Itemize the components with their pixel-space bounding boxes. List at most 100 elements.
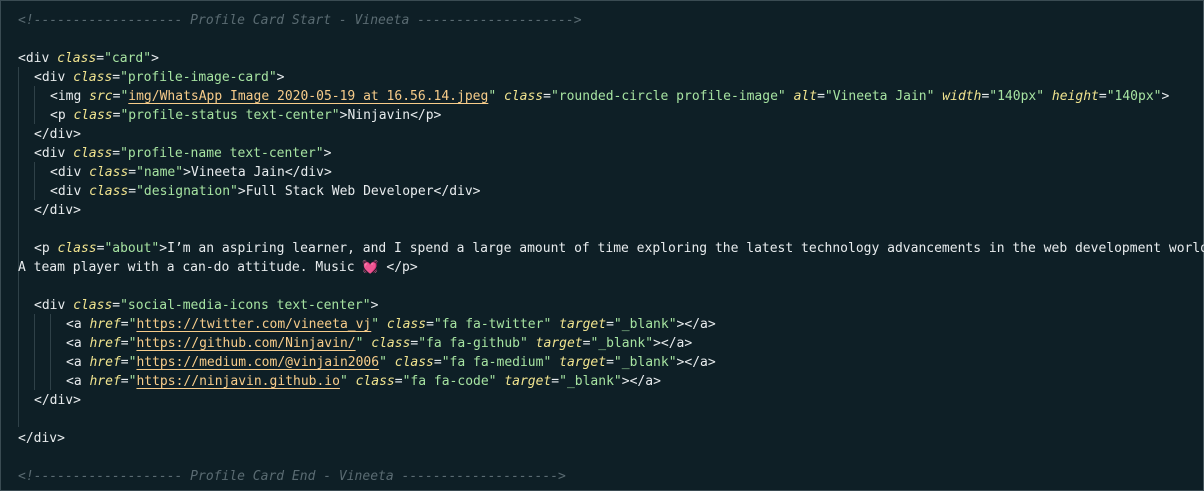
token-sp [786, 89, 794, 104]
code-line[interactable]: <a href="https://github.com/Ninjavin/" c… [66, 334, 692, 353]
token-url[interactable]: https://twitter.com/vineeta_vj [136, 317, 371, 332]
token-tag: div [41, 298, 66, 313]
token-br: ></ [676, 355, 701, 370]
html-comment: <!------------------- Profile Card Start… [18, 13, 582, 28]
indent-guide [50, 314, 51, 390]
token-tag: div [300, 165, 324, 180]
token-url[interactable]: https://github.com/Ninjavin/ [136, 336, 355, 351]
token-tag: a [73, 355, 82, 370]
code-line[interactable]: <a href="https://twitter.com/vineeta_vj"… [66, 315, 716, 334]
code-line[interactable]: </div> [18, 429, 65, 448]
code-line[interactable]: <div class="name">Vineeta Jain</div> [50, 163, 332, 182]
code-line[interactable]: A team player with a can-do attitude. Mu… [18, 258, 418, 277]
token-eq: = [606, 317, 614, 332]
token-str: "Vineeta Jain" [824, 89, 935, 104]
token-url[interactable]: https://ninjavin.github.io [136, 374, 340, 389]
token-attr: class [386, 317, 427, 332]
token-attr: height [1051, 89, 1099, 104]
indent-guide [34, 86, 35, 124]
token-br: > [472, 184, 481, 199]
token-br: < [50, 89, 58, 104]
token-br: > [323, 146, 332, 161]
code-editor[interactable]: <!------------------- Profile Card Start… [0, 0, 1204, 491]
token-br: </ [18, 431, 34, 446]
token-attr: target [504, 374, 552, 389]
code-line[interactable]: <p class="about">I’m an aspiring learner… [34, 239, 1204, 258]
token-br: > [151, 51, 159, 66]
token-tag: a [73, 374, 82, 389]
token-eq: = [128, 165, 137, 180]
token-str: "_blank" [613, 355, 677, 370]
token-sp [81, 89, 89, 104]
code-line[interactable]: <div class="profile-image-card"> [34, 68, 284, 87]
token-br: < [34, 298, 42, 313]
token-br: < [66, 374, 74, 389]
token-eq: = [394, 374, 403, 389]
token-sp [49, 51, 57, 66]
code-line[interactable]: <!------------------- Profile Card End -… [18, 467, 566, 486]
token-br: < [18, 51, 26, 66]
token-eq: = [1098, 89, 1107, 104]
token-br: > [409, 260, 418, 275]
token-attr: class [394, 355, 434, 370]
token-attr: class [73, 108, 113, 123]
code-line[interactable]: <div class="profile-name text-center"> [34, 144, 331, 163]
token-br: </ [433, 184, 450, 199]
token-br: < [66, 317, 74, 332]
token-str: "profile-status text-center" [120, 108, 340, 123]
token-attr: class [89, 184, 129, 199]
token-str: " [379, 355, 387, 370]
token-str: "rounded-circle profile-image" [550, 89, 786, 104]
token-str: "name" [136, 165, 184, 180]
token-attr: src [89, 89, 113, 104]
token-txt: I’m an aspiring learner, and I spend a l… [167, 241, 1204, 256]
token-str: " [488, 89, 497, 104]
token-br: > [684, 336, 693, 351]
html-comment: <!------------------- Profile Card End -… [18, 469, 566, 484]
token-url[interactable]: https://medium.com/@vinjain2006 [136, 355, 379, 370]
code-line[interactable]: <img src = "img/WhatsApp Image 2020-05-19 … [50, 87, 1169, 106]
token-attr: class [73, 298, 113, 313]
token-eq: = [120, 317, 129, 332]
token-sp [387, 355, 395, 370]
code-line[interactable]: <div class="card"> [18, 49, 159, 68]
code-line[interactable]: <div class="designation">Full Stack Web … [50, 182, 481, 201]
code-line[interactable]: </div> [34, 391, 81, 410]
token-br: </ [34, 203, 50, 218]
code-line[interactable]: <a href="https://ninjavin.github.io" cla… [66, 372, 661, 391]
token-sp [65, 70, 73, 85]
token-br: ></ [621, 374, 646, 389]
token-br: < [50, 184, 58, 199]
code-line[interactable]: <!------------------- Profile Card Start… [18, 11, 582, 30]
code-line[interactable]: <div class="social-media-icons text-cent… [34, 296, 378, 315]
token-tag: div [49, 127, 74, 142]
token-br: < [34, 146, 42, 161]
indent-guide [34, 314, 35, 390]
token-br: ></ [653, 336, 677, 351]
token-eq: = [551, 374, 560, 389]
token-sp [81, 184, 89, 199]
token-str: "profile-name text-center" [120, 146, 324, 161]
token-sp [528, 336, 536, 351]
token-url[interactable]: img/WhatsApp Image 2020-05-19 at 16.56.1… [128, 89, 488, 104]
token-sp [65, 298, 73, 313]
token-str: "fa fa-github" [418, 336, 528, 351]
token-tag: div [25, 51, 50, 66]
token-tag: p [41, 241, 50, 256]
token-attr: class [89, 165, 129, 180]
token-attr: width [942, 89, 982, 104]
token-attr: class [73, 146, 113, 161]
token-br: < [50, 165, 58, 180]
token-br: < [50, 108, 58, 123]
code-line[interactable]: <a href="https://medium.com/@vinjain2006… [66, 353, 716, 372]
token-sp [551, 355, 559, 370]
token-attr: class [57, 51, 97, 66]
code-line[interactable]: <p class="profile-status text-center">Ni… [50, 106, 441, 125]
token-txt: A team player with a can-do attitude. Mu… [18, 260, 363, 275]
token-tag: a [73, 336, 82, 351]
token-tag: a [700, 355, 708, 370]
code-line[interactable]: </div> [34, 201, 81, 220]
code-line[interactable]: </div> [34, 125, 81, 144]
token-br: </ [386, 260, 403, 275]
token-sp [348, 374, 356, 389]
